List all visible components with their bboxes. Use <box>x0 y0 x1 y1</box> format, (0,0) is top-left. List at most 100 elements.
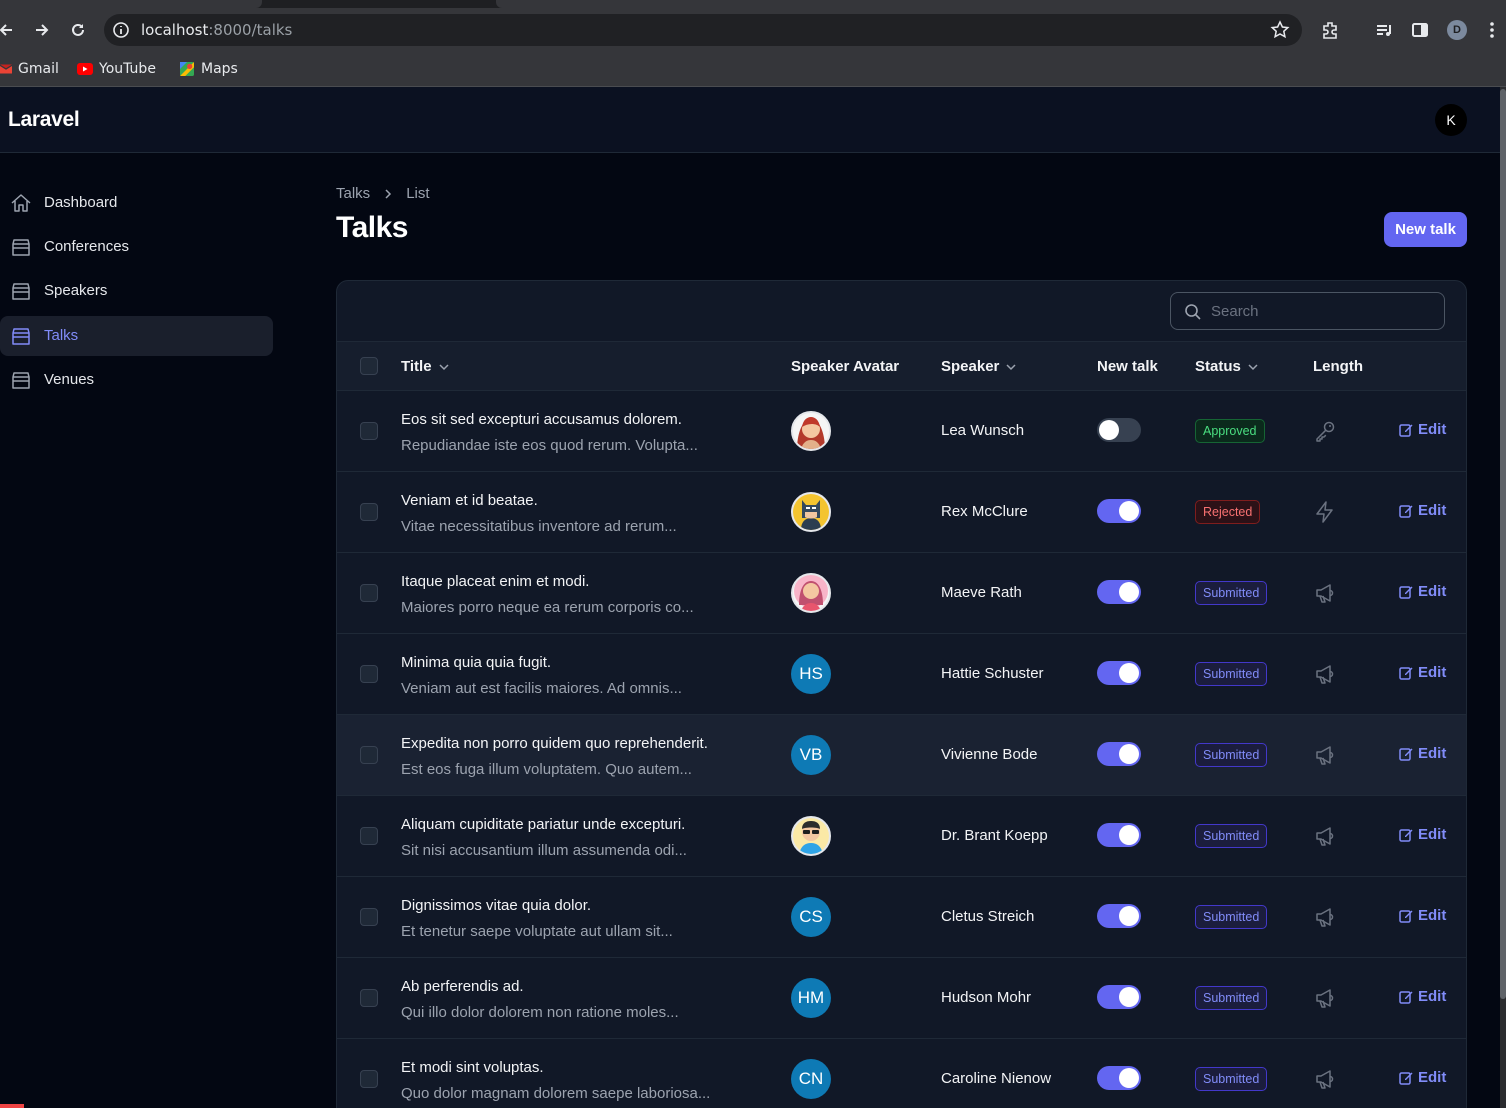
new-talk-toggle[interactable] <box>1097 823 1141 847</box>
page-scrollbar[interactable] <box>1500 87 1506 1108</box>
edit-button[interactable]: Edit <box>1399 745 1446 762</box>
browser-tab[interactable] <box>496 0 1506 8</box>
row-checkbox[interactable] <box>360 746 378 764</box>
search-input[interactable]: Search <box>1170 292 1445 330</box>
breadcrumb-talks-link[interactable]: Talks <box>336 185 370 202</box>
extensions-icon[interactable] <box>1319 19 1341 41</box>
new-talk-button[interactable]: New talk <box>1384 212 1467 247</box>
edit-button[interactable]: Edit <box>1399 421 1446 438</box>
talk-title[interactable]: Eos sit sed excepturi accusamus dolorem. <box>401 411 682 428</box>
status-badge: Submitted <box>1195 905 1268 929</box>
row-checkbox[interactable] <box>360 422 378 440</box>
bookmarks-bar: Gmail YouTube Maps <box>0 52 1506 87</box>
sidebar-item-speakers[interactable]: Speakers <box>0 271 273 311</box>
new-talk-toggle[interactable] <box>1097 661 1141 685</box>
edit-button[interactable]: Edit <box>1399 826 1446 843</box>
sidebar-item-venues[interactable]: Venues <box>0 360 273 400</box>
talk-description: Quo dolor magnam dolorem saepe laboriosa… <box>401 1085 711 1102</box>
forward-icon[interactable] <box>30 18 54 42</box>
table-row[interactable]: Et modi sint voluptas. Quo dolor magnam … <box>337 1039 1466 1108</box>
sidebar-item-dashboard[interactable]: Dashboard <box>0 183 273 223</box>
speaker-name: Caroline Nienow <box>941 1070 1052 1087</box>
browser-profile-avatar[interactable]: D <box>1447 20 1467 40</box>
back-icon[interactable] <box>0 18 18 42</box>
megaphone-icon <box>1313 986 1337 1010</box>
row-checkbox[interactable] <box>360 584 378 602</box>
row-checkbox[interactable] <box>360 989 378 1007</box>
batman-avatar <box>793 494 829 530</box>
box-icon <box>12 239 30 256</box>
select-all-checkbox[interactable] <box>360 357 378 375</box>
row-checkbox[interactable] <box>360 503 378 521</box>
table-row[interactable]: Expedita non porro quidem quo reprehende… <box>337 715 1466 796</box>
page-title: Talks <box>336 211 409 244</box>
talk-title[interactable]: Ab perferendis ad. <box>401 978 524 995</box>
talks-table: Search Title Speaker Avatar Speaker New … <box>336 280 1467 1108</box>
edit-button[interactable]: Edit <box>1399 502 1446 519</box>
table-row[interactable]: Eos sit sed excepturi accusamus dolorem.… <box>337 391 1466 472</box>
table-row[interactable]: Dignissimos vitae quia dolor. Et tenetur… <box>337 877 1466 958</box>
talk-title[interactable]: Veniam et id beatae. <box>401 492 538 509</box>
row-checkbox[interactable] <box>360 1070 378 1088</box>
talk-title[interactable]: Dignissimos vitae quia dolor. <box>401 897 591 914</box>
table-row[interactable]: Minima quia quia fugit. Veniam aut est f… <box>337 634 1466 715</box>
sidebar-item-conferences[interactable]: Conferences <box>0 227 273 267</box>
table-row[interactable]: Itaque placeat enim et modi. Maiores por… <box>337 553 1466 634</box>
bookmark-gmail[interactable]: Gmail <box>0 59 59 79</box>
column-speaker-avatar: Speaker Avatar <box>791 358 900 375</box>
table-row[interactable]: Veniam et id beatae. Vitae necessitatibu… <box>337 472 1466 553</box>
new-talk-toggle[interactable] <box>1097 904 1141 928</box>
new-talk-toggle[interactable] <box>1097 499 1141 523</box>
bookmark-youtube[interactable]: YouTube <box>77 59 156 79</box>
new-talk-toggle[interactable] <box>1097 742 1141 766</box>
row-checkbox[interactable] <box>360 908 378 926</box>
new-talk-toggle[interactable] <box>1097 418 1141 442</box>
talk-description: Veniam aut est facilis maiores. Ad omnis… <box>401 680 682 697</box>
new-talk-toggle[interactable] <box>1097 580 1141 604</box>
browser-tab[interactable] <box>0 0 262 8</box>
speaker-name: Cletus Streich <box>941 908 1035 925</box>
toggle-knob <box>1119 1068 1139 1088</box>
speaker-avatar: VB <box>791 735 831 775</box>
edit-button[interactable]: Edit <box>1399 907 1446 924</box>
side-panel-icon[interactable] <box>1409 19 1431 41</box>
speaker-avatar: HM <box>791 978 831 1018</box>
browser-menu-icon[interactable] <box>1481 19 1503 41</box>
edit-button[interactable]: Edit <box>1399 583 1446 600</box>
media-control-icon[interactable] <box>1373 19 1395 41</box>
talk-description: Maiores porro neque ea rerum corporis co… <box>401 599 694 616</box>
user-menu-avatar[interactable]: K <box>1435 104 1467 136</box>
bookmark-star-icon[interactable] <box>1270 20 1290 40</box>
site-info-icon[interactable] <box>112 21 130 39</box>
edit-button[interactable]: Edit <box>1399 664 1446 681</box>
talk-title[interactable]: Aliquam cupiditate pariatur unde exceptu… <box>401 816 685 833</box>
row-checkbox[interactable] <box>360 665 378 683</box>
edit-button[interactable]: Edit <box>1399 1069 1446 1086</box>
column-speaker[interactable]: Speaker <box>941 358 1017 375</box>
column-title[interactable]: Title <box>401 358 450 375</box>
table-row[interactable]: Ab perferendis ad. Qui illo dolor dolore… <box>337 958 1466 1039</box>
table-row[interactable]: Aliquam cupiditate pariatur unde exceptu… <box>337 796 1466 877</box>
talk-title[interactable]: Itaque placeat enim et modi. <box>401 573 589 590</box>
speaker-name: Lea Wunsch <box>941 422 1025 439</box>
new-talk-toggle[interactable] <box>1097 985 1141 1009</box>
brand-logo[interactable]: Laravel <box>8 108 80 132</box>
address-bar[interactable]: localhost:8000/talks <box>104 14 1302 46</box>
youtube-icon <box>77 63 93 75</box>
talk-title[interactable]: Et modi sint voluptas. <box>401 1059 544 1076</box>
edit-icon <box>1399 828 1413 842</box>
new-talk-toggle[interactable] <box>1097 1066 1141 1090</box>
edit-icon <box>1399 747 1413 761</box>
speaker-avatar: CS <box>791 897 831 937</box>
sidebar-item-talks[interactable]: Talks <box>0 316 273 356</box>
status-badge: Rejected <box>1195 500 1261 524</box>
edit-button[interactable]: Edit <box>1399 988 1446 1005</box>
status-badge: Submitted <box>1195 743 1268 767</box>
scrollbar-thumb[interactable] <box>1500 89 1506 999</box>
reload-icon[interactable] <box>66 18 90 42</box>
talk-title[interactable]: Expedita non porro quidem quo reprehende… <box>401 735 708 752</box>
talk-title[interactable]: Minima quia quia fugit. <box>401 654 551 671</box>
bookmark-maps[interactable]: Maps <box>179 59 238 79</box>
row-checkbox[interactable] <box>360 827 378 845</box>
column-status[interactable]: Status <box>1195 358 1259 375</box>
